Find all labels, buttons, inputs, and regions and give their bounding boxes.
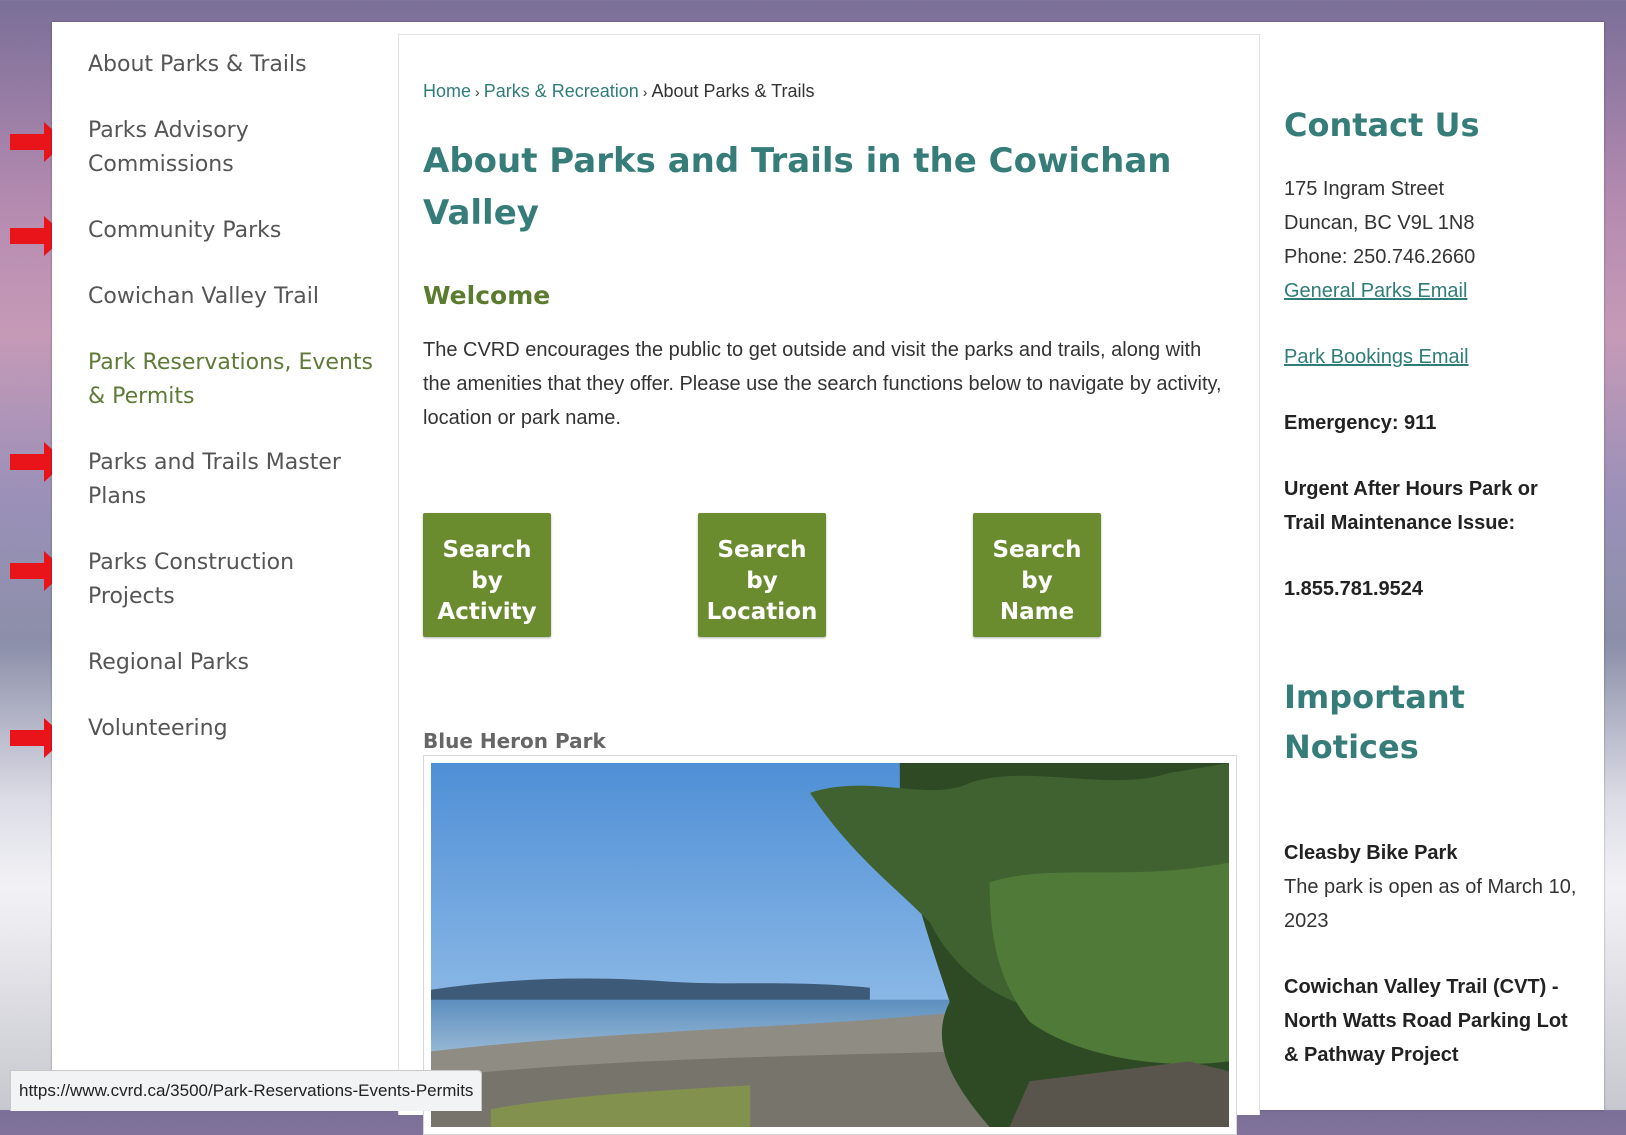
breadcrumb-home-link[interactable]: Home	[423, 81, 471, 101]
breadcrumb: Home › Parks & Recreation › About Parks & Tr…	[423, 81, 815, 102]
breadcrumb-current: About Parks & Trails	[651, 81, 815, 101]
button-label-line: Activity	[437, 598, 537, 625]
sidebar-nav: About Parks & Trails Parks Advisory Comm…	[88, 48, 378, 778]
notice-text: The park is open as of March 10, 2023	[1284, 876, 1577, 932]
urgent-maintenance-label: Urgent After Hours Park or Trail Mainten…	[1284, 478, 1538, 534]
button-label-line: Search	[717, 536, 807, 563]
important-notices-heading: Important Notices	[1284, 672, 1584, 772]
notice-title: Cleasby Bike Park	[1284, 842, 1458, 864]
sidebar-item-community-parks[interactable]: Community Parks	[88, 214, 378, 248]
sidebar-item-construction-projects[interactable]: Parks Construction Projects	[88, 546, 378, 614]
breadcrumb-separator: ›	[642, 84, 648, 100]
general-parks-email-link[interactable]: General Parks Email	[1284, 274, 1584, 308]
button-label-line: by	[1021, 567, 1053, 594]
browser-status-bar: https://www.cvrd.ca/3500/Park-Reservatio…	[10, 1070, 483, 1111]
sidebar-item-cowichan-valley-trail[interactable]: Cowichan Valley Trail	[88, 280, 378, 314]
sidebar-item-volunteering[interactable]: Volunteering	[88, 712, 378, 746]
button-label-line: by	[746, 567, 778, 594]
contact-address-line2: Duncan, BC V9L 1N8	[1284, 212, 1475, 234]
button-label-line: Location	[706, 598, 818, 625]
park-photo-frame	[423, 755, 1237, 1135]
sidebar-item-about-parks-trails[interactable]: About Parks & Trails	[88, 48, 378, 82]
notice-title: Cowichan Valley Trail (CVT) - North Watt…	[1284, 976, 1568, 1066]
search-by-name-button[interactable]: Search by Name	[973, 513, 1101, 637]
welcome-heading: Welcome	[423, 281, 551, 310]
sidebar-item-parks-advisory-commissions[interactable]: Parks Advisory Commissions	[88, 114, 378, 182]
contact-address-line1: 175 Ingram Street	[1284, 178, 1445, 200]
notices-heading-line: Important	[1284, 678, 1465, 716]
sidebar-item-regional-parks[interactable]: Regional Parks	[88, 646, 378, 680]
emergency-number: Emergency: 911	[1284, 412, 1437, 434]
search-by-activity-button[interactable]: Search by Activity	[423, 513, 551, 637]
search-by-location-button[interactable]: Search by Location	[698, 513, 826, 637]
featured-park-name: Blue Heron Park	[423, 729, 606, 753]
button-label-line: Name	[999, 598, 1075, 625]
contact-heading: Contact Us	[1284, 106, 1480, 144]
button-label-line: by	[471, 567, 503, 594]
page-title: About Parks and Trails in the Cowichan V…	[423, 141, 1172, 233]
park-photo	[431, 763, 1229, 1127]
main-content: Home › Parks & Recreation › About Parks & Tr…	[398, 34, 1260, 1135]
button-label-line: Search	[442, 536, 532, 563]
breadcrumb-parks-recreation-link[interactable]: Parks & Recreation	[484, 81, 639, 101]
urgent-maintenance-phone: 1.855.781.9524	[1284, 578, 1424, 600]
button-label-line: Search	[992, 536, 1082, 563]
notices-heading-line: Notices	[1284, 728, 1419, 766]
breadcrumb-separator: ›	[475, 84, 480, 100]
sidebar-item-park-reservations[interactable]: Park Reservations, Events & Permits	[88, 346, 378, 414]
right-sidebar: Contact Us 175 Ingram Street Duncan, BC …	[1284, 106, 1584, 1072]
contact-phone: Phone: 250.746.2660	[1284, 246, 1476, 268]
intro-paragraph: The CVRD encourages the public to get ou…	[423, 339, 1222, 429]
sidebar-item-master-plans[interactable]: Parks and Trails Master Plans	[88, 446, 378, 514]
park-bookings-email-link[interactable]: Park Bookings Email	[1284, 340, 1584, 374]
page-container: About Parks & Trails Parks Advisory Comm…	[52, 22, 1604, 1135]
